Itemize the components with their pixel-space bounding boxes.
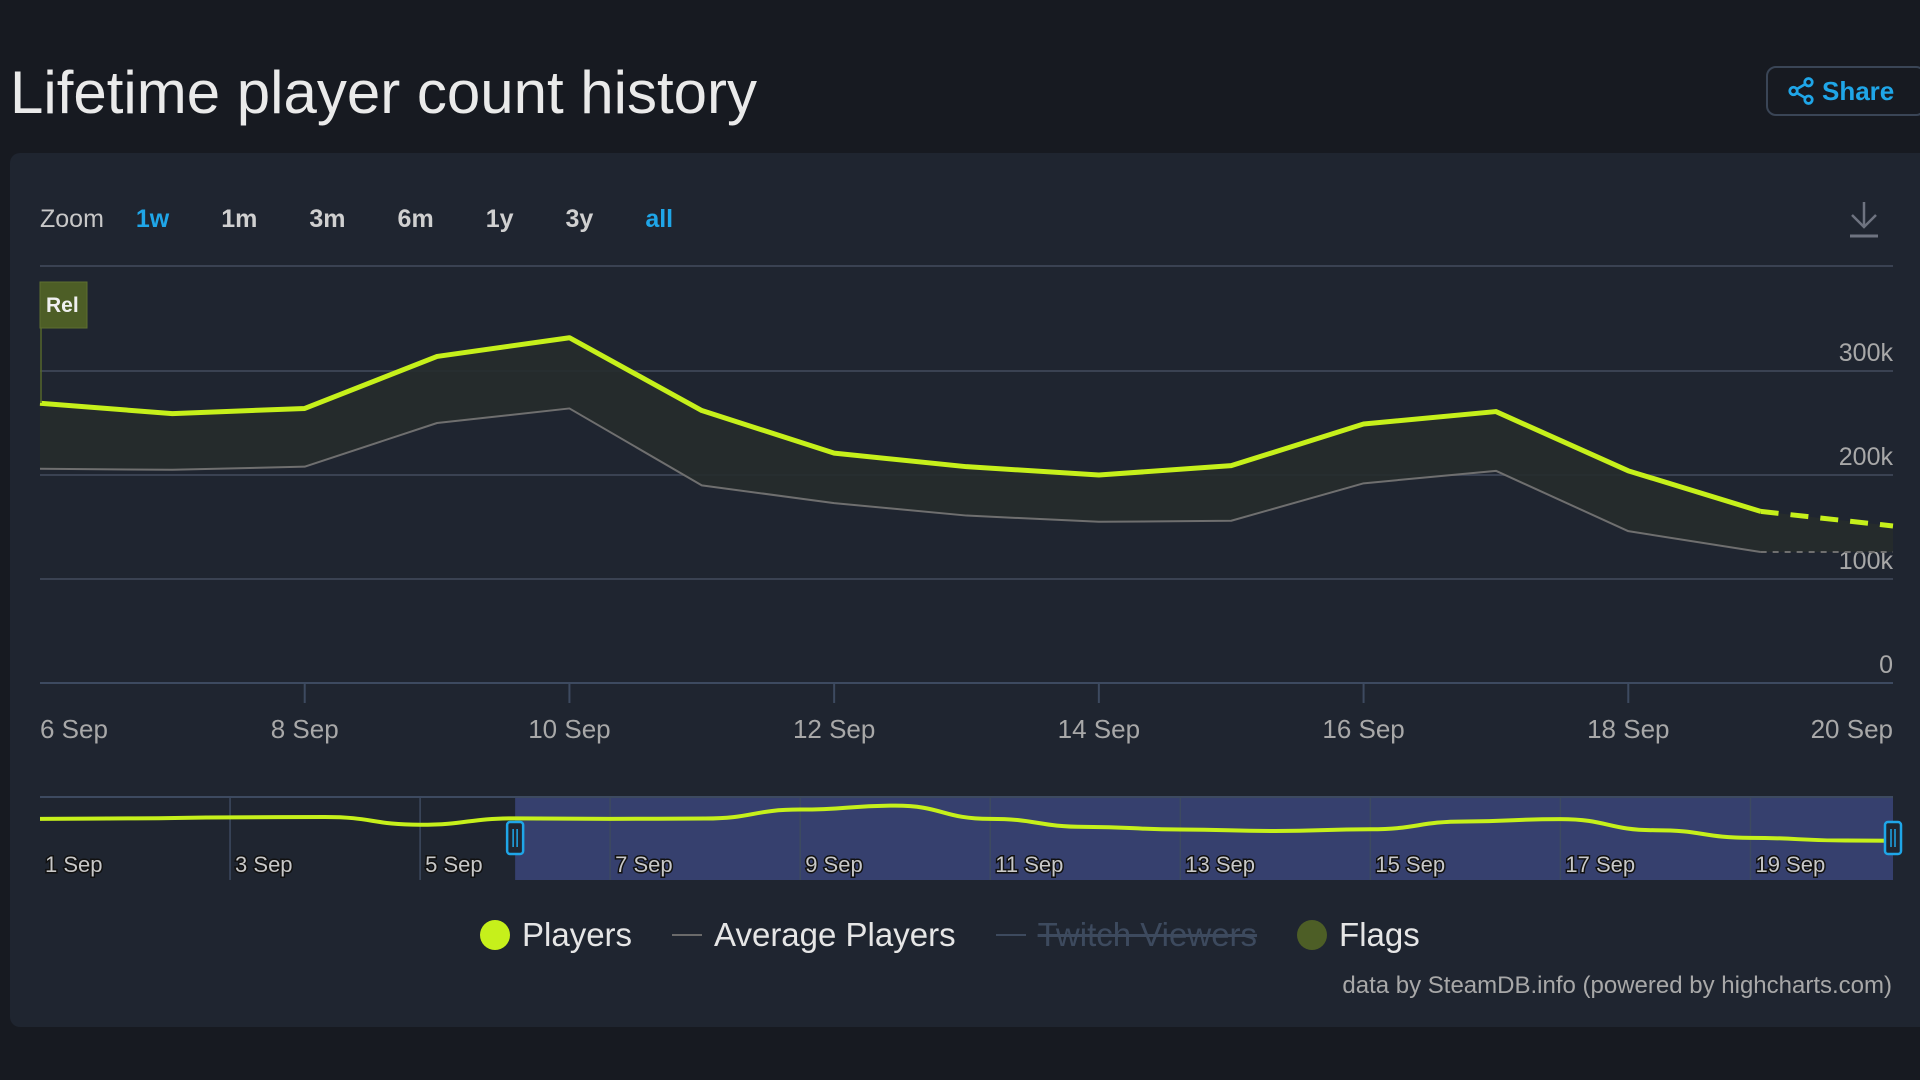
navigator-tick-label: 1 Sep: [45, 852, 103, 877]
x-tick-label: 6 Sep: [40, 714, 108, 744]
y-tick-label: 300k: [1839, 339, 1894, 367]
legend-label: Flags: [1339, 916, 1420, 953]
navigator-tick-label: 5 Sep: [425, 852, 483, 877]
x-tick-label: 10 Sep: [528, 714, 610, 744]
average-players-legend-icon: [672, 934, 703, 936]
navigator-tick-label: 13 Sep: [1185, 852, 1255, 877]
flag-marker[interactable]: Rel: [39, 281, 88, 403]
x-tick-label: 12 Sep: [793, 714, 875, 744]
navigator-tick-label: 3 Sep: [235, 852, 292, 877]
legend-label: Players: [522, 916, 633, 953]
y-axis-labels: 0100k200k300k: [1839, 339, 1894, 679]
legend-item-players[interactable]: Players: [480, 916, 632, 954]
navigator-tick-label: 11 Sep: [995, 852, 1063, 877]
x-tick-label: 14 Sep: [1058, 714, 1140, 744]
twitch-viewers-legend-icon: [995, 934, 1026, 936]
handle-box[interactable]: [1883, 820, 1903, 856]
legend-label: Twitch Viewers: [1037, 916, 1258, 953]
y-tick-label: 0: [1879, 651, 1893, 679]
players-legend-icon: [480, 920, 510, 950]
navigator-tick-label: 7 Sep: [615, 852, 673, 877]
navigator[interactable]: 1 Sep 3 Sep 5 Sep 7 Sep 9 Sep 11 Sep 13 Sep 15 …: [39, 796, 1903, 880]
navigator-tick-label: 15 Sep: [1375, 852, 1445, 877]
players-area-fill: [40, 337, 1893, 552]
x-tick-label: 8 Sep: [271, 714, 339, 744]
flags-legend-icon: [1297, 920, 1328, 950]
x-tick-label: 18 Sep: [1587, 714, 1669, 744]
legend-label: Average Players: [714, 916, 956, 953]
navigator-tick-label: 19 Sep: [1755, 852, 1825, 877]
handle-box[interactable]: [505, 820, 525, 856]
y-tick-label: 200k: [1839, 443, 1894, 471]
navigator-tick-label: 9 Sep: [805, 852, 863, 877]
flag-label: Rel: [46, 294, 79, 317]
navigator-tick-label: 17 Sep: [1565, 852, 1635, 877]
legend-item-twitch-viewers[interactable]: Twitch Viewers: [995, 916, 1258, 954]
x-axis: 6 Sep 8 Sep 10 Sep 12 Sep 14 Sep 16 Sep 18 Sep…: [40, 683, 1893, 744]
x-tick-label: 20 Sep: [1811, 714, 1893, 744]
legend: Players Average Players Twitch Viewers F…: [480, 916, 1460, 954]
navigator-left-handle[interactable]: [505, 820, 525, 856]
legend-item-flags[interactable]: Flags: [1297, 916, 1420, 954]
x-tick-label: 16 Sep: [1322, 714, 1404, 744]
legend-item-average-players[interactable]: Average Players: [672, 916, 956, 954]
credits-link[interactable]: data by SteamDB.info (powered by highcha…: [1342, 972, 1892, 1000]
navigator-right-handle[interactable]: [1883, 820, 1903, 856]
